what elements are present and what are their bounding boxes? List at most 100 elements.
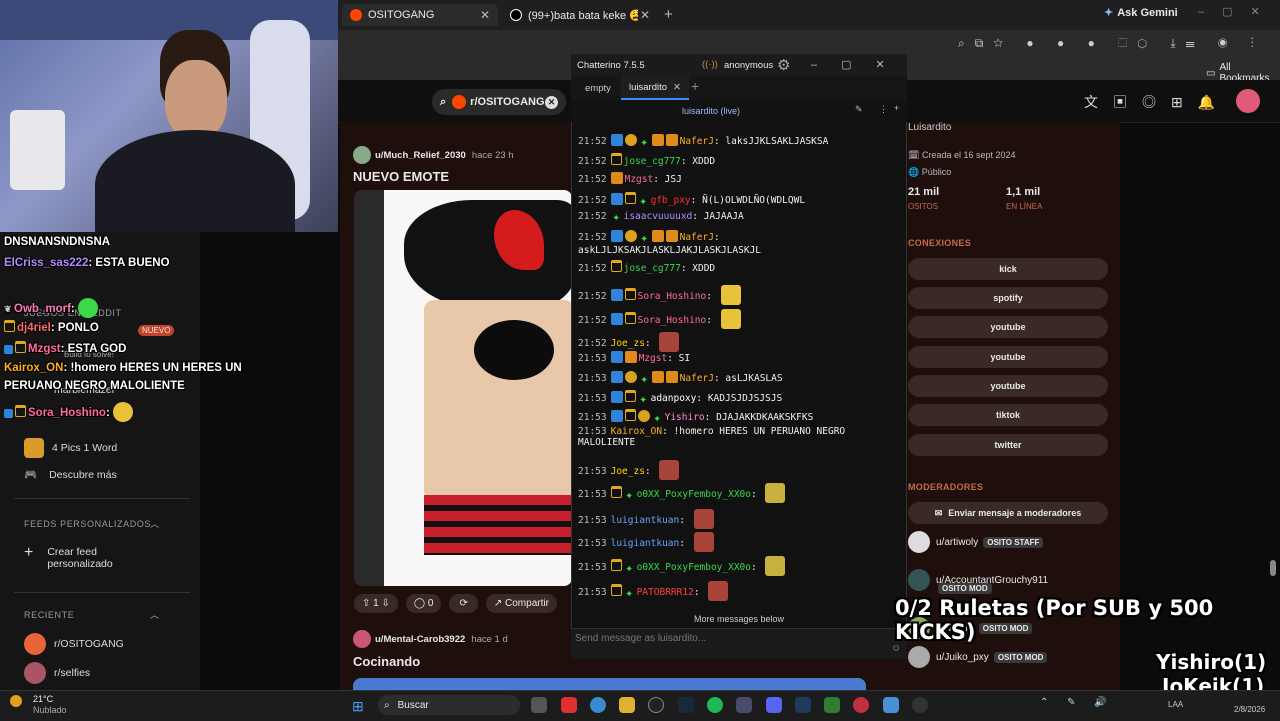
message-username[interactable]: Mzgst — [625, 174, 654, 185]
emote-image[interactable] — [720, 285, 741, 305]
post-author[interactable]: u/Mental-Carob3922 — [375, 634, 465, 645]
gear-icon[interactable]: ⚙ — [777, 56, 790, 74]
discord-icon[interactable] — [766, 697, 782, 713]
recent-selfies[interactable]: r/selfies — [24, 662, 90, 684]
chat-input[interactable]: Send message as luisardito... ☺ — [571, 628, 907, 659]
recent-ositogang[interactable]: r/OSITOGANG — [24, 633, 124, 655]
chevron-up-icon[interactable]: ︿ — [150, 608, 159, 621]
close-icon[interactable]: ✕ — [480, 8, 490, 22]
message-username[interactable]: Kairox_ON — [611, 426, 662, 437]
emoji-icon[interactable]: ☺ — [891, 643, 901, 654]
message-username[interactable]: adanpoxy — [651, 393, 697, 404]
ask-gemini-button[interactable]: ✦ Ask Gemini — [1104, 6, 1178, 20]
link-youtube-3[interactable]: youtube — [908, 375, 1108, 397]
add-tab-button[interactable]: + — [691, 78, 699, 94]
post-image[interactable] — [353, 678, 866, 690]
chat-message[interactable]: 21:52 Sora_Hoshino: — [578, 285, 896, 305]
vote-button[interactable]: ⇧ 1 ⇩ — [354, 594, 398, 613]
message-username[interactable]: NaferJ — [680, 136, 714, 147]
chevron-up-icon[interactable]: ︿ — [150, 517, 159, 530]
chat-message[interactable]: 21:53 Mzgst: SI — [578, 351, 896, 364]
account-name[interactable]: anonymous — [724, 60, 773, 71]
emote-image[interactable] — [708, 581, 729, 601]
chat-message[interactable]: 21:52 ✦ NaferJ: laksJJKLSAKLJASKSA — [578, 134, 896, 149]
system-tray[interactable]: ⌃ ✎ 🔊 — [1040, 697, 1115, 708]
emote-image[interactable] — [720, 309, 741, 329]
crosspost-button[interactable]: ⟳ — [449, 594, 478, 613]
tab-empty[interactable]: empty — [585, 83, 611, 94]
emote-image[interactable] — [693, 509, 714, 529]
link-spotify[interactable]: spotify — [908, 287, 1108, 309]
scrollbar[interactable] — [1270, 560, 1276, 576]
chat-message[interactable]: 21:53 ✦ o0XX_PoxyFemboy_XX0o: — [578, 483, 896, 503]
app-icon[interactable] — [561, 697, 577, 713]
close-icon[interactable]: ✕ — [673, 82, 681, 93]
chat-message[interactable]: 21:52 Joe_zs: — [578, 332, 896, 352]
chat-message[interactable]: 21:52 ✦ NaferJ: askLJLJKSAKJLASKLJAKJLASKJ… — [578, 230, 896, 256]
chatterino-icon[interactable] — [736, 697, 752, 713]
opera-icon[interactable] — [853, 697, 869, 713]
post-image[interactable] — [354, 190, 572, 586]
steam-icon[interactable] — [678, 697, 694, 713]
chat-message[interactable]: 21:53 ✦ adanpoxy: KADJSJDJSJSJS — [578, 390, 896, 406]
more-messages-banner[interactable]: More messages below — [571, 614, 907, 628]
link-youtube-1[interactable]: youtube — [908, 316, 1108, 338]
discover-more[interactable]: 🎮 Descubre más — [24, 468, 117, 482]
message-username[interactable]: Joe_zs — [611, 338, 645, 349]
mod-row[interactable]: u/artiwoly OSITO STAFF — [908, 531, 1044, 553]
message-username[interactable]: Joe_zs — [611, 466, 645, 477]
windows-icon[interactable]: ⊞ — [352, 698, 364, 715]
chat-message[interactable]: 21:53 ✦ o0XX_PoxyFemboy_XX0o: — [578, 556, 896, 576]
link-tiktok[interactable]: tiktok — [908, 404, 1108, 426]
link-kick[interactable]: kick — [908, 258, 1108, 280]
chat-message[interactable]: 21:52 ✦ isaacvuuuuxd: JAJAAJA — [578, 211, 896, 224]
message-username[interactable]: o0XX_PoxyFemboy_XX0o — [637, 489, 751, 500]
message-username[interactable]: luigiantkuan — [611, 538, 680, 549]
message-username[interactable]: Sora_Hoshino — [638, 315, 707, 326]
emote-image[interactable] — [765, 556, 786, 576]
emote-image[interactable] — [659, 332, 680, 352]
window-controls[interactable]: –▢✕ — [1198, 5, 1278, 18]
message-username[interactable]: Sora_Hoshino — [638, 291, 707, 302]
toolbar-icons[interactable]: ⌕⧉☆ ● ● ● ⬚⬡ ⤓☰ ◉ ⋮ — [958, 36, 1264, 51]
window-controls[interactable]: –▢✕ — [811, 58, 909, 71]
message-username[interactable]: isaacvuuuuxd — [624, 211, 693, 222]
emote-image[interactable] — [659, 460, 680, 480]
input-language[interactable]: LAA — [1168, 700, 1183, 709]
app-icon[interactable] — [912, 697, 928, 713]
search-input[interactable]: ⌕ r/OSITOGANG ✕ — [432, 89, 566, 115]
message-username[interactable]: PATOBRRR12 — [637, 587, 694, 598]
spotify-icon[interactable] — [707, 697, 723, 713]
split-add-icon[interactable]: + — [894, 103, 899, 113]
chat-message[interactable]: 21:53 ✦ PATOBRRR12: — [578, 581, 896, 601]
create-feed[interactable]: + Crear feed personalizado — [24, 545, 127, 571]
message-username[interactable]: luigiantkuan — [611, 515, 680, 526]
chat-message[interactable]: 21:53 Kairox_ON: !homero HERES UN PERUANO… — [578, 426, 896, 448]
message-username[interactable]: NaferJ — [680, 373, 714, 384]
app-icon[interactable] — [795, 697, 811, 713]
chrome-icon[interactable] — [590, 697, 606, 713]
emote-image[interactable] — [693, 532, 714, 552]
taskbar-search[interactable]: ⌕ Buscar — [378, 695, 520, 715]
chat-message[interactable]: 21:52 ✦ gfb_pxy: Ñ(L)OLWDLÑO(WDLQWL — [578, 192, 896, 208]
clear-icon[interactable]: ✕ — [545, 95, 558, 109]
emote-image[interactable] — [765, 483, 786, 503]
app-icon[interactable] — [824, 697, 840, 713]
chat-message[interactable]: 21:52 jose_cg777: XDDD — [578, 260, 896, 274]
pencil-icon[interactable]: ✎ — [855, 104, 863, 115]
close-icon[interactable]: ✕ — [640, 8, 650, 22]
folder-icon[interactable] — [619, 697, 635, 713]
message-username[interactable]: jose_cg777 — [624, 156, 681, 167]
chat-message[interactable]: 21:52 jose_cg777: XDDD — [578, 153, 896, 167]
obs-icon[interactable] — [648, 697, 664, 713]
chat-message[interactable]: 21:53 luigiantkuan: — [578, 532, 896, 552]
comments-button[interactable]: ◯ 0 — [405, 594, 442, 613]
header-icons[interactable]: 文▣◎⊞🔔 — [1084, 92, 1230, 112]
message-username[interactable]: NaferJ — [680, 232, 714, 243]
chat-message[interactable]: 21:53 luigiantkuan: — [578, 509, 896, 529]
clock-date[interactable]: 2/8/2026 — [1234, 705, 1265, 714]
tab-tiktok[interactable]: (99+)bata bata keke 😩 #la… ✕ — [502, 4, 658, 26]
message-username[interactable]: gfb_pxy — [651, 195, 691, 206]
tab-ositogang[interactable]: OSITOGANG ✕ — [342, 4, 498, 26]
chat-message[interactable]: 21:53 ✦ Yishiro: DJAJAKKDKAAKSKFKS — [578, 409, 896, 425]
